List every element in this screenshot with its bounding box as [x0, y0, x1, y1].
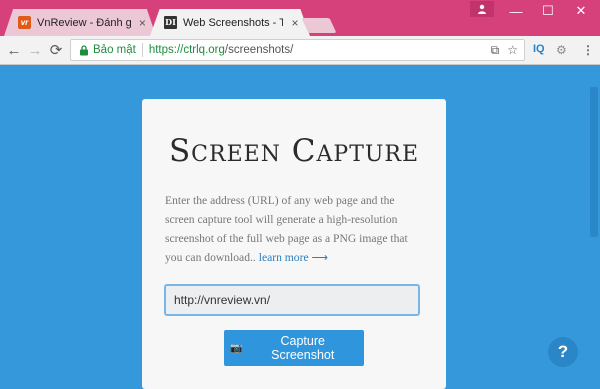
person-icon [478, 4, 486, 14]
back-arrow-icon[interactable]: ← [5, 41, 23, 59]
bookmark-star-icon[interactable]: ☆ [507, 43, 518, 58]
close-window-button[interactable]: ✕ [566, 0, 596, 22]
tab-web-screenshots[interactable]: DI Web Screenshots - Take W × [150, 9, 310, 36]
description-text: Enter the address (URL) of any web page … [165, 191, 427, 267]
extension-icon[interactable]: ⚙ [556, 43, 567, 57]
capture-card: Screen Capture Enter the address (URL) o… [142, 99, 446, 389]
profile-button[interactable] [470, 1, 494, 17]
url-path: /screenshots/ [224, 44, 294, 56]
tab-close-icon[interactable]: × [289, 16, 301, 30]
url-input[interactable] [164, 284, 420, 316]
security-label: Bảo mật [93, 44, 136, 56]
maximize-button[interactable]: ☐ [533, 0, 563, 22]
tab-title: VnReview - Đánh giá, tin [37, 16, 131, 29]
tab-close-icon[interactable]: × [137, 16, 148, 30]
page-scrollbar[interactable] [586, 65, 600, 376]
help-button[interactable]: ? [548, 337, 578, 367]
tab-vnreview[interactable]: vr VnReview - Đánh giá, tin × [4, 9, 156, 36]
omnibox-divider [141, 43, 143, 57]
forward-arrow-icon[interactable]: → [26, 41, 44, 59]
menu-icon[interactable]: ⋮ [582, 43, 594, 57]
browser-toolbar: ← → ⟳ Bảo mật https://ctrlq.org/screensh… [0, 36, 600, 65]
ctrlq-favicon-icon: DI [164, 16, 177, 29]
minimize-button[interactable]: — [501, 0, 531, 22]
browser-titlebar: vr VnReview - Đánh giá, tin × DI Web Scr… [0, 0, 600, 36]
new-tab-button[interactable] [301, 18, 337, 33]
capture-button-label: Capture Screenshot [271, 334, 335, 362]
camera-icon: 📷 [230, 342, 243, 354]
translate-icon[interactable]: ⧉ [491, 43, 500, 58]
address-bar[interactable]: Bảo mật https://ctrlq.org/screenshots/ ⧉… [70, 39, 525, 61]
vnreview-favicon-icon: vr [18, 16, 31, 29]
capture-screenshot-button[interactable]: 📷 Capture Screenshot [224, 330, 364, 366]
iq-extension-icon[interactable]: IQ [533, 43, 545, 55]
lock-icon [80, 44, 88, 55]
page-title: Screen Capture [168, 133, 420, 169]
url-host: https://ctrlq.org [148, 44, 225, 56]
reload-icon[interactable]: ⟳ [47, 41, 65, 59]
scrollbar-thumb[interactable] [590, 87, 598, 237]
learn-more-link[interactable]: learn more ⟶ [259, 251, 328, 264]
tab-title: Web Screenshots - Take W [183, 16, 283, 29]
